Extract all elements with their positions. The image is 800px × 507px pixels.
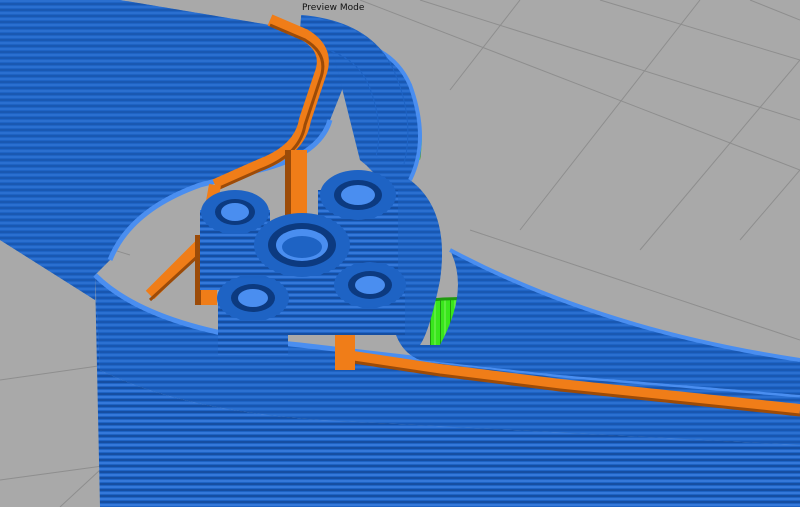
boss-lower-left-icon — [217, 275, 289, 321]
boss-lower-right-icon — [334, 262, 406, 308]
boss-upper-right-icon — [320, 170, 396, 220]
print-preview-canvas[interactable] — [0, 0, 800, 507]
boss-center-icon — [254, 213, 350, 277]
preview-mode-label: Preview Mode — [302, 3, 365, 13]
boss-upper-left-icon — [201, 190, 269, 234]
3d-viewport[interactable]: Preview Mode — [0, 0, 800, 507]
